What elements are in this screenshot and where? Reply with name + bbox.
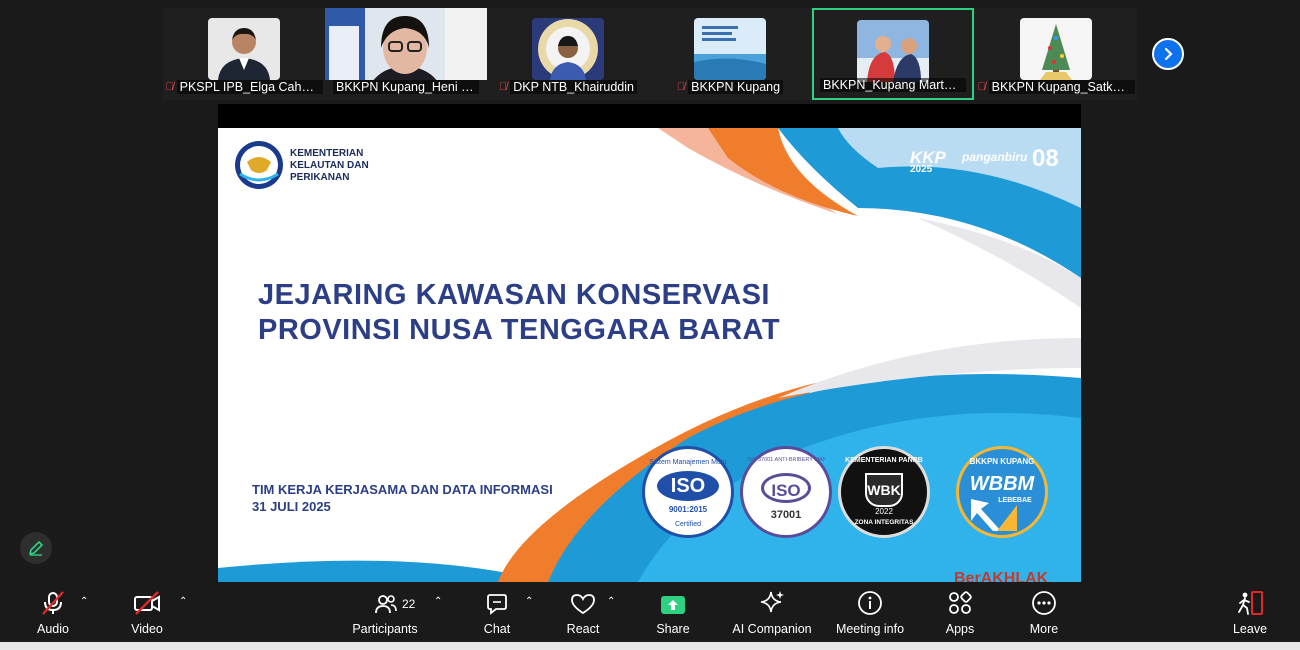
iso-37001-badge: ISO 37001 ANTI-BRIBERY MANAGEMENT ISO 37… — [740, 446, 832, 538]
participants-options-caret[interactable]: ⌃ — [434, 596, 442, 607]
slide-team-info: TIM KERJA KERJASAMA DAN DATA INFORMASI 3… — [252, 482, 553, 514]
meeting-info-button[interactable]: Meeting info — [831, 582, 909, 642]
participants-count: 22 — [402, 597, 416, 611]
participant-tile[interactable]: BKKPN Kupang_Heni Radi... — [325, 8, 487, 100]
chat-button[interactable]: Chat — [477, 582, 517, 642]
pencil-icon — [29, 541, 43, 556]
brand-logos: KKP 2025 panganbiru 08 — [910, 145, 1059, 175]
participant-tile[interactable]: 🎙̸ PKSPL IPB_Elga Cahya ... — [163, 8, 325, 100]
share-button[interactable]: Share — [653, 582, 693, 642]
leave-button[interactable]: Leave — [1230, 582, 1270, 642]
shared-screen-slide: KEMENTERIAN KELAUTAN DAN PERIKANAN KKP 2… — [218, 128, 1081, 582]
participant-name: DKP NTB_Khairuddin — [510, 80, 637, 94]
more-button[interactable]: More — [1024, 582, 1064, 642]
wbk-badge: KEMENTERIAN PANRB WBK 2022 ZONA INTEGRIT… — [838, 446, 930, 538]
audio-options-caret[interactable]: ⌃ — [80, 596, 88, 607]
video-button[interactable]: Video — [127, 582, 167, 642]
chevron-right-icon — [1164, 47, 1173, 61]
ai-companion-button[interactable]: AI Companion — [731, 582, 813, 642]
participant-avatar — [1020, 18, 1092, 80]
slide-title: JEJARING KAWASAN KONSERVASI PROVINSI NUS… — [258, 279, 781, 346]
participant-name: BKKPN_Kupang Martanin... — [820, 78, 966, 92]
audio-button[interactable]: Audio — [33, 582, 73, 642]
react-heart-icon — [571, 594, 595, 615]
participant-tile[interactable]: 🎙̸ BKKPN Kupang_Satker... — [975, 8, 1137, 100]
participant-name: BKKPN Kupang_Satker... — [988, 80, 1135, 94]
mic-muted-icon — [42, 591, 64, 615]
participant-strip: 🎙̸ PKSPL IPB_Elga Cahya ... BKKPN Kupang… — [163, 8, 1137, 100]
participant-avatar — [857, 20, 929, 82]
share-arrow-icon — [661, 596, 685, 614]
kkp-logo — [235, 141, 283, 189]
participant-tile[interactable]: 🎙̸ BKKPN Kupang — [649, 8, 811, 100]
mic-muted-icon: 🎙̸ — [977, 81, 986, 93]
participant-avatar — [694, 18, 766, 80]
info-icon — [858, 591, 882, 615]
react-button[interactable]: React — [563, 582, 603, 642]
ministry-name: KEMENTERIAN KELAUTAN DAN PERIKANAN — [290, 148, 369, 183]
react-options-caret[interactable]: ⌃ — [607, 596, 615, 607]
window-bottom-edge — [0, 642, 1300, 650]
participant-avatar — [208, 18, 280, 80]
next-page-button[interactable] — [1152, 38, 1184, 70]
arrow-mark-icon — [971, 499, 1017, 531]
chat-options-caret[interactable]: ⌃ — [525, 596, 533, 607]
mic-muted-icon: 🎙̸ — [676, 81, 686, 93]
participant-tile-active[interactable]: BKKPN_Kupang Martanin... — [812, 8, 974, 100]
ai-sparkle-icon — [760, 591, 784, 613]
berakhlak-text: BerAKHLAK — [954, 570, 1049, 582]
share-top-bar — [218, 104, 1081, 128]
meeting-toolbar: Audio ⌃ Video ⌃ Participants 22 ⌃ Chat ⌃ — [0, 582, 1300, 642]
wbbm-badge: BKKPN KUPANG WBBM LEBEBAE — [956, 446, 1048, 538]
mic-muted-icon: 🎙̸ — [165, 81, 174, 93]
more-icon — [1032, 591, 1056, 615]
annotate-button[interactable] — [20, 532, 52, 564]
apps-button[interactable]: Apps — [940, 582, 980, 642]
participant-name: BKKPN Kupang_Heni Radi... — [333, 80, 479, 94]
participant-avatar — [532, 18, 604, 80]
participant-tile[interactable]: 🎙̸ DKP NTB_Khairuddin — [487, 8, 649, 100]
mic-muted-icon: 🎙̸ — [499, 81, 508, 93]
video-options-caret[interactable]: ⌃ — [179, 596, 187, 607]
participant-name: BKKPN Kupang — [688, 80, 784, 94]
chat-icon — [487, 594, 507, 615]
participants-button[interactable]: Participants — [350, 582, 420, 642]
apps-icon — [949, 591, 972, 614]
leave-icon — [1238, 591, 1263, 615]
participants-icon — [375, 595, 397, 614]
participant-video — [325, 8, 487, 80]
iso-9001-badge: Sistem Manajemen Mutu ISO 9001:2015 Cert… — [642, 446, 734, 538]
participant-name: PKSPL IPB_Elga Cahya ... — [176, 80, 323, 94]
video-off-icon — [134, 591, 160, 615]
